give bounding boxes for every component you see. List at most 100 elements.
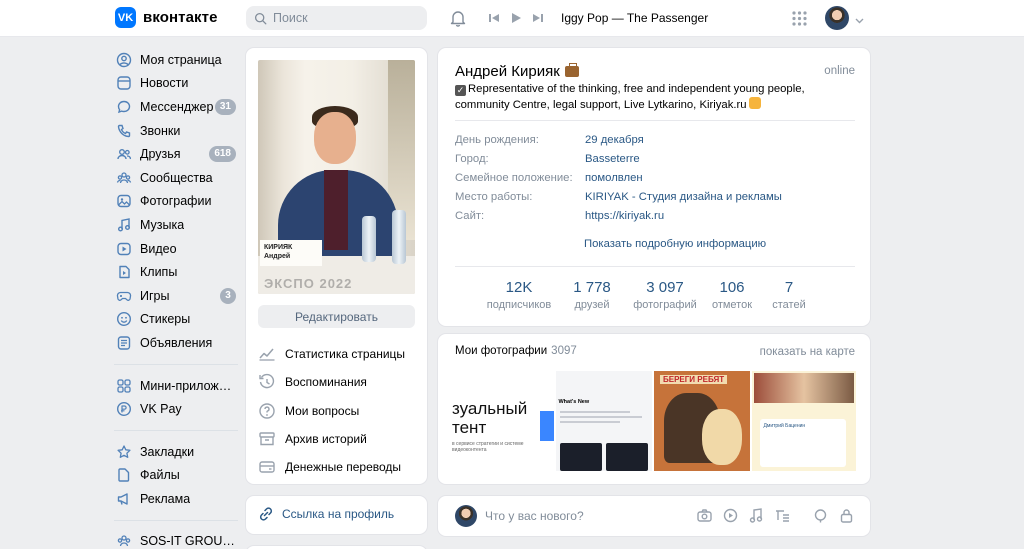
gamepad-icon bbox=[116, 288, 132, 304]
now-playing-track[interactable]: Iggy Pop — The Passenger bbox=[561, 11, 708, 25]
search-input[interactable] bbox=[273, 11, 413, 25]
nav-item[interactable]: Фотографии bbox=[114, 190, 238, 214]
nav-item[interactable]: Файлы bbox=[114, 464, 238, 488]
photo-thumbnail[interactable]: БЕРЕГИ РЕБЯТ bbox=[654, 371, 750, 471]
photo-bottle bbox=[362, 216, 376, 262]
nav-counter-badge: 618 bbox=[209, 146, 236, 163]
nav-item[interactable]: Моя страница bbox=[114, 48, 238, 72]
video-play-icon[interactable] bbox=[722, 507, 738, 523]
archive-icon bbox=[258, 430, 276, 448]
profile-info-row: День рождения: 29 декабря bbox=[455, 134, 855, 150]
nav-item-label: Файлы bbox=[140, 468, 180, 483]
profile-photo[interactable]: КИРИЯК Андрей ЭКСПО 2022 bbox=[258, 60, 415, 294]
header-avatar[interactable] bbox=[825, 6, 849, 30]
info-value[interactable]: 29 декабря bbox=[585, 134, 644, 150]
nav-item[interactable]: Видео bbox=[114, 237, 238, 261]
lock-icon[interactable] bbox=[838, 507, 854, 523]
new-post-card: Что у вас нового? bbox=[438, 496, 870, 536]
nav-item[interactable]: SOS-IT GROUP | ИТ... bbox=[114, 530, 238, 549]
services-grid-icon[interactable] bbox=[790, 9, 808, 27]
online-status: online bbox=[824, 65, 855, 77]
my-photos-title[interactable]: Мои фотографии 3097 bbox=[455, 345, 577, 357]
nav-item[interactable]: Мессенджер 31 bbox=[114, 95, 238, 119]
thumb-poster-title: БЕРЕГИ РЕБЯТ bbox=[660, 375, 728, 384]
nav-item[interactable]: Сообщества bbox=[114, 166, 238, 190]
post-settings-icon[interactable] bbox=[812, 507, 828, 523]
profile-action-link[interactable]: Денежные переводы bbox=[258, 453, 418, 481]
nav-item-label: Музыка bbox=[140, 217, 185, 232]
profile-link-label: Ссылка на профиль bbox=[282, 507, 395, 521]
photo-thumbnail[interactable]: зуальный тент в сервисе стратегии и сист… bbox=[450, 371, 555, 471]
profile-info-row: Место работы: KIRIYAK - Студия дизайна и … bbox=[455, 191, 855, 207]
info-value[interactable]: https://kiriyak.ru bbox=[585, 210, 664, 226]
counter-label: фотографий bbox=[633, 299, 697, 311]
info-value[interactable]: помолвлен bbox=[585, 172, 643, 188]
nav-item[interactable]: Клипы bbox=[114, 260, 238, 284]
profile-action-link[interactable]: Воспоминания bbox=[258, 368, 418, 396]
previous-track-icon[interactable] bbox=[485, 9, 503, 27]
music-icon bbox=[116, 217, 132, 233]
profile-counter[interactable]: 7 статей bbox=[763, 279, 815, 311]
profile-action-label: Денежные переводы bbox=[285, 460, 402, 475]
search-box[interactable] bbox=[246, 6, 427, 30]
info-value[interactable]: Basseterre bbox=[585, 153, 640, 169]
nav-item[interactable]: Стикеры bbox=[114, 308, 238, 332]
vk-logo[interactable]: VK вконтакте bbox=[115, 7, 218, 28]
phone-icon bbox=[116, 123, 132, 139]
nav-item-label: Мини-приложения bbox=[140, 378, 236, 393]
photo-thumbnail[interactable]: What's New bbox=[556, 371, 652, 471]
my-photos-label: Мои фотографии bbox=[455, 345, 548, 357]
article-icon[interactable] bbox=[774, 507, 790, 523]
new-post-input[interactable]: Что у вас нового? bbox=[485, 509, 584, 523]
info-value[interactable]: KIRIYAK - Студия дизайна и рекламы bbox=[585, 191, 782, 207]
profile-counter[interactable]: 3 097 фотографий bbox=[629, 279, 701, 311]
profile-action-link[interactable]: Статистика страницы bbox=[258, 340, 418, 368]
show-more-info-link[interactable]: Показать подробную информацию bbox=[584, 238, 766, 250]
profile-action-link[interactable]: Архив историй bbox=[258, 425, 418, 453]
profile-status[interactable]: ✓ Representative of the thinking, free an… bbox=[455, 81, 850, 113]
profile-info-card: Андрей Кирияк online ✓ Representative of … bbox=[438, 48, 870, 326]
chevron-down-icon[interactable] bbox=[855, 13, 864, 27]
top-header: VK вконтакте Iggy Pop — The Passenger bbox=[0, 0, 1024, 37]
thumb-text-line bbox=[560, 411, 631, 413]
profile-action-label: Мои вопросы bbox=[285, 403, 360, 418]
nav-item[interactable]: Реклама bbox=[114, 487, 238, 511]
profile-counter[interactable]: 1 778 друзей bbox=[555, 279, 629, 311]
edit-profile-button[interactable]: Редактировать bbox=[258, 305, 415, 328]
photo-thumbnail[interactable]: Дмитрий Баценин bbox=[751, 371, 856, 471]
profile-counter[interactable]: 106 отметок bbox=[701, 279, 763, 311]
counter-value: 3 097 bbox=[646, 279, 684, 296]
nav-item[interactable]: Музыка bbox=[114, 213, 238, 237]
post-attachments bbox=[696, 507, 854, 523]
nav-item[interactable]: VK Pay bbox=[114, 397, 238, 421]
nav-item[interactable]: Звонки bbox=[114, 119, 238, 143]
show-on-map-link[interactable]: показать на карте bbox=[760, 346, 855, 358]
notifications-bell-icon[interactable] bbox=[449, 9, 467, 27]
counter-value: 106 bbox=[719, 279, 745, 296]
nav-counter-badge: 31 bbox=[214, 99, 236, 116]
nav-item[interactable]: Новости bbox=[114, 72, 238, 96]
info-key: Город: bbox=[455, 153, 489, 165]
search-icon bbox=[254, 12, 267, 24]
camera-icon[interactable] bbox=[696, 507, 712, 523]
thumb-header: What's New bbox=[558, 399, 590, 405]
profile-action-link[interactable]: Мои вопросы bbox=[258, 397, 418, 425]
poster-figure bbox=[702, 409, 742, 465]
info-key: Место работы: bbox=[455, 191, 533, 203]
link-icon bbox=[259, 507, 273, 521]
profile-counter[interactable]: 12K подписчиков bbox=[483, 279, 555, 311]
nav-item[interactable]: Объявления bbox=[114, 331, 238, 355]
profile-name: Андрей Кирияк bbox=[455, 63, 579, 80]
hand-emoji-icon bbox=[748, 97, 761, 109]
music-note-icon[interactable] bbox=[748, 507, 764, 523]
communities-icon bbox=[116, 170, 132, 186]
nav-item[interactable]: Мини-приложения bbox=[114, 374, 238, 398]
nav-item-label: Клипы bbox=[140, 265, 178, 280]
nav-item[interactable]: Игры 3 bbox=[114, 284, 238, 308]
profile-info-row: Семейное положение: помолвлен bbox=[455, 172, 855, 188]
nav-item[interactable]: Друзья 618 bbox=[114, 142, 238, 166]
play-icon[interactable] bbox=[507, 9, 525, 27]
next-track-icon[interactable] bbox=[529, 9, 547, 27]
profile-link-card[interactable]: Ссылка на профиль bbox=[246, 496, 427, 534]
nav-item[interactable]: Закладки bbox=[114, 440, 238, 464]
